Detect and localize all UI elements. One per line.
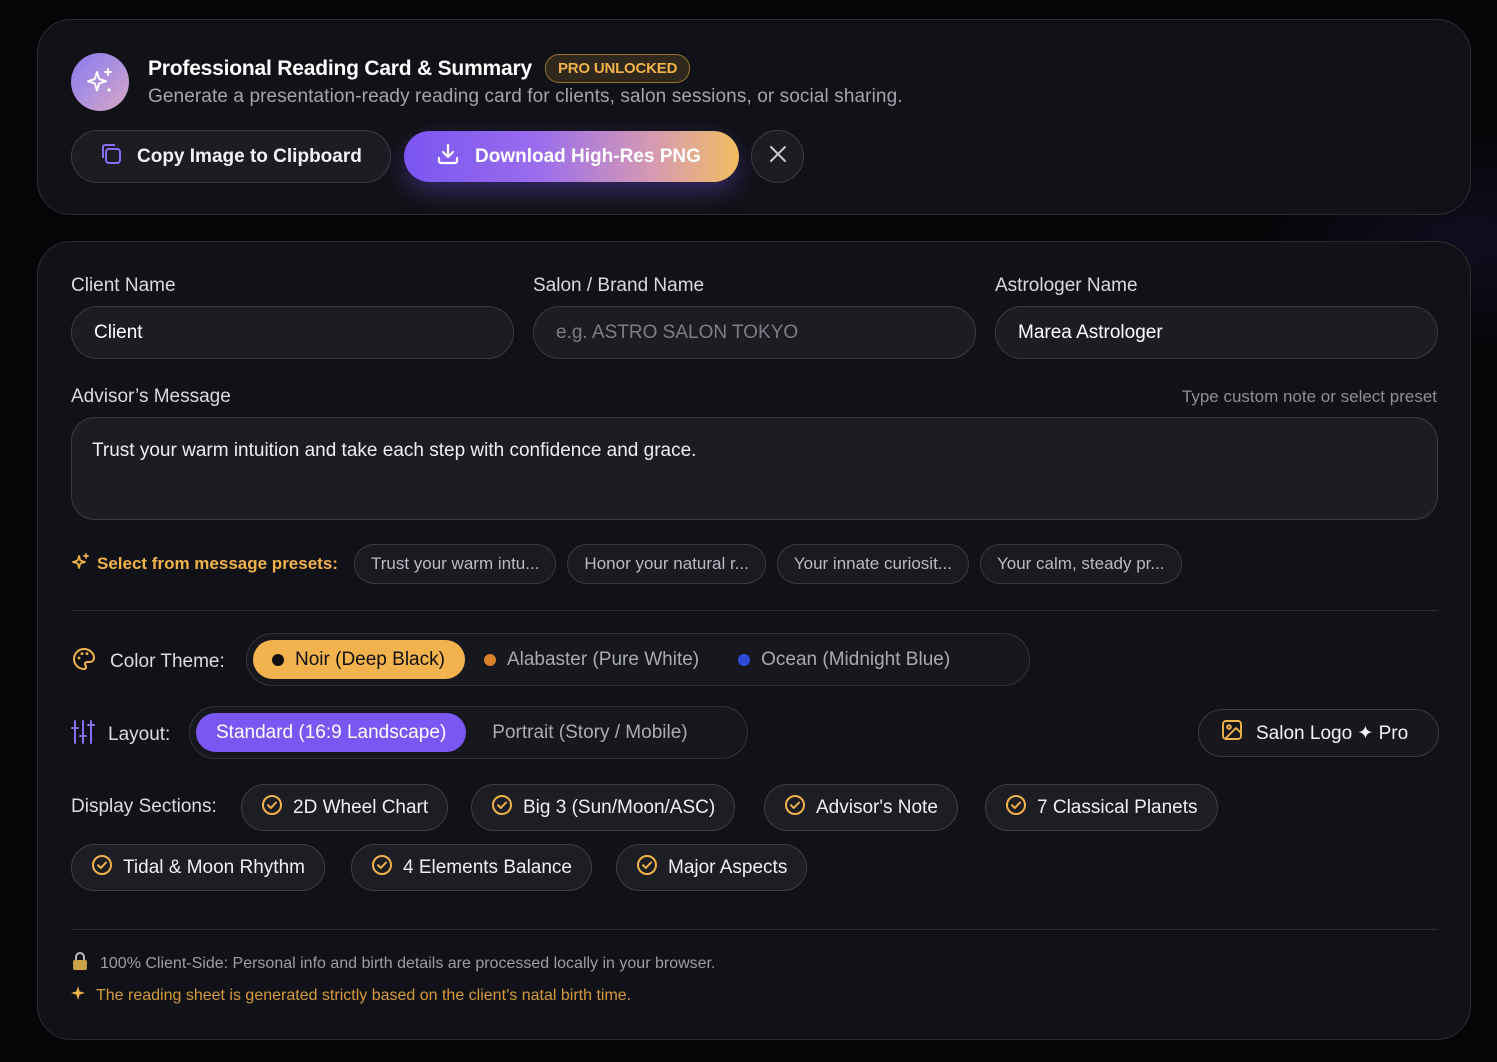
alabaster-dot-icon bbox=[483, 653, 496, 666]
ocean-dot-icon bbox=[738, 653, 751, 666]
section-toggle-label: 2D Wheel Chart bbox=[293, 796, 429, 818]
color-theme-label: Color Theme: bbox=[110, 651, 225, 672]
section-toggle-elements[interactable]: 4 Elements Balance bbox=[351, 844, 592, 891]
privacy-note: 100% Client-Side: Personal info and birt… bbox=[71, 951, 715, 976]
section-toggle-big3[interactable]: Big 3 (Sun/Moon/ASC) bbox=[471, 784, 736, 831]
download-png-button[interactable]: Download High-Res PNG bbox=[404, 131, 739, 182]
section-toggle-2d-wheel[interactable]: 2D Wheel Chart bbox=[241, 784, 449, 831]
theme-option-label: Alabaster (Pure White) bbox=[506, 648, 700, 670]
check-circle-icon bbox=[261, 794, 283, 822]
theme-option-label: Ocean (Midnight Blue) bbox=[761, 648, 951, 670]
card-settings-panel: Client Name Salon / Brand Name Astrologe… bbox=[37, 241, 1471, 1040]
page-title: Professional Reading Card & Summary bbox=[148, 56, 532, 80]
sparkles-icon bbox=[71, 53, 129, 111]
theme-option-alabaster[interactable]: Alabaster (Pure White) bbox=[465, 640, 719, 679]
salon-name-label: Salon / Brand Name bbox=[533, 275, 705, 296]
basis-note-text: The reading sheet is generated strictly … bbox=[96, 986, 632, 1004]
message-presets-row: Select from message presets: Trust your … bbox=[71, 544, 1193, 584]
advisor-message-hint: Type custom note or select preset bbox=[1181, 387, 1437, 406]
salon-name-input[interactable] bbox=[533, 306, 976, 359]
color-theme-segmented: Noir (Deep Black) Alabaster (Pure White)… bbox=[246, 633, 1030, 686]
layout-option-standard[interactable]: Standard (16:9 Landscape) bbox=[196, 713, 467, 752]
section-toggle-advisor-note[interactable]: Advisor's Note bbox=[764, 784, 958, 831]
advisor-message-label: Advisor’s Message bbox=[71, 386, 231, 407]
display-sections-label: Display Sections: bbox=[71, 796, 217, 817]
presets-label: Select from message presets: bbox=[97, 554, 338, 573]
section-toggle-label: 7 Classical Planets bbox=[1037, 796, 1198, 818]
sparkles-icon bbox=[71, 552, 91, 577]
advisor-message-textarea[interactable]: Trust your warm intuition and take each … bbox=[71, 417, 1438, 520]
preset-chip[interactable]: Your calm, steady pr... bbox=[979, 544, 1182, 584]
close-icon bbox=[768, 144, 788, 169]
section-toggle-label: Big 3 (Sun/Moon/ASC) bbox=[523, 796, 716, 818]
close-button[interactable] bbox=[751, 130, 804, 183]
layout-label: Layout: bbox=[108, 724, 171, 745]
section-toggle-label: Advisor's Note bbox=[816, 796, 938, 818]
image-icon bbox=[1221, 719, 1243, 747]
salon-logo-button[interactable]: Salon Logo ✦ Pro bbox=[1198, 709, 1439, 757]
download-icon bbox=[435, 141, 461, 173]
theme-option-noir[interactable]: Noir (Deep Black) bbox=[253, 640, 465, 679]
check-circle-icon bbox=[491, 794, 513, 822]
layout-label-group: Layout: bbox=[71, 719, 170, 751]
astrologer-name-input[interactable] bbox=[995, 306, 1438, 359]
export-header-panel: Professional Reading Card & Summary PRO … bbox=[37, 19, 1471, 215]
check-circle-icon bbox=[1005, 794, 1027, 822]
preset-chip[interactable]: Your innate curiosit... bbox=[776, 544, 969, 584]
section-toggle-aspects[interactable]: Major Aspects bbox=[616, 844, 808, 891]
preset-chip[interactable]: Trust your warm intu... bbox=[353, 544, 557, 584]
noir-dot-icon bbox=[272, 653, 284, 666]
preset-chip[interactable]: Honor your natural r... bbox=[567, 544, 766, 584]
check-circle-icon bbox=[636, 854, 658, 882]
salon-logo-label: Salon Logo ✦ Pro bbox=[1256, 722, 1409, 744]
palette-icon bbox=[71, 646, 97, 678]
layout-option-portrait[interactable]: Portrait (Story / Mobile) bbox=[466, 713, 707, 752]
star-icon bbox=[71, 986, 85, 1005]
check-circle-icon bbox=[784, 794, 806, 822]
lock-icon bbox=[71, 951, 89, 976]
section-toggle-planets[interactable]: 7 Classical Planets bbox=[985, 784, 1218, 831]
section-toggle-tidal-moon[interactable]: Tidal & Moon Rhythm bbox=[71, 844, 325, 891]
check-circle-icon bbox=[91, 854, 113, 882]
sliders-icon bbox=[71, 719, 95, 751]
divider bbox=[71, 610, 1438, 611]
download-png-label: Download High-Res PNG bbox=[475, 145, 701, 167]
copy-image-label: Copy Image to Clipboard bbox=[137, 145, 362, 167]
copy-icon bbox=[98, 141, 124, 173]
section-toggle-label: 4 Elements Balance bbox=[403, 856, 572, 878]
check-circle-icon bbox=[371, 854, 393, 882]
copy-image-button[interactable]: Copy Image to Clipboard bbox=[71, 130, 391, 183]
basis-note: The reading sheet is generated strictly … bbox=[71, 986, 631, 1005]
layout-segmented: Standard (16:9 Landscape) Portrait (Stor… bbox=[189, 706, 748, 759]
section-toggle-label: Major Aspects bbox=[668, 856, 788, 878]
theme-option-label: Noir (Deep Black) bbox=[295, 648, 445, 670]
astrologer-name-label: Astrologer Name bbox=[995, 275, 1138, 296]
color-theme-label-group: Color Theme: bbox=[71, 646, 225, 678]
section-toggle-label: Tidal & Moon Rhythm bbox=[123, 856, 305, 878]
theme-option-ocean[interactable]: Ocean (Midnight Blue) bbox=[719, 640, 970, 679]
pro-unlocked-badge: PRO UNLOCKED bbox=[544, 54, 691, 83]
divider bbox=[71, 929, 1438, 930]
client-name-label: Client Name bbox=[71, 275, 176, 296]
privacy-note-text: 100% Client-Side: Personal info and birt… bbox=[100, 954, 716, 972]
client-name-input[interactable] bbox=[71, 306, 514, 359]
page-subtitle: Generate a presentation-ready reading ca… bbox=[148, 86, 903, 107]
presets-label-group: Select from message presets: bbox=[71, 552, 338, 577]
